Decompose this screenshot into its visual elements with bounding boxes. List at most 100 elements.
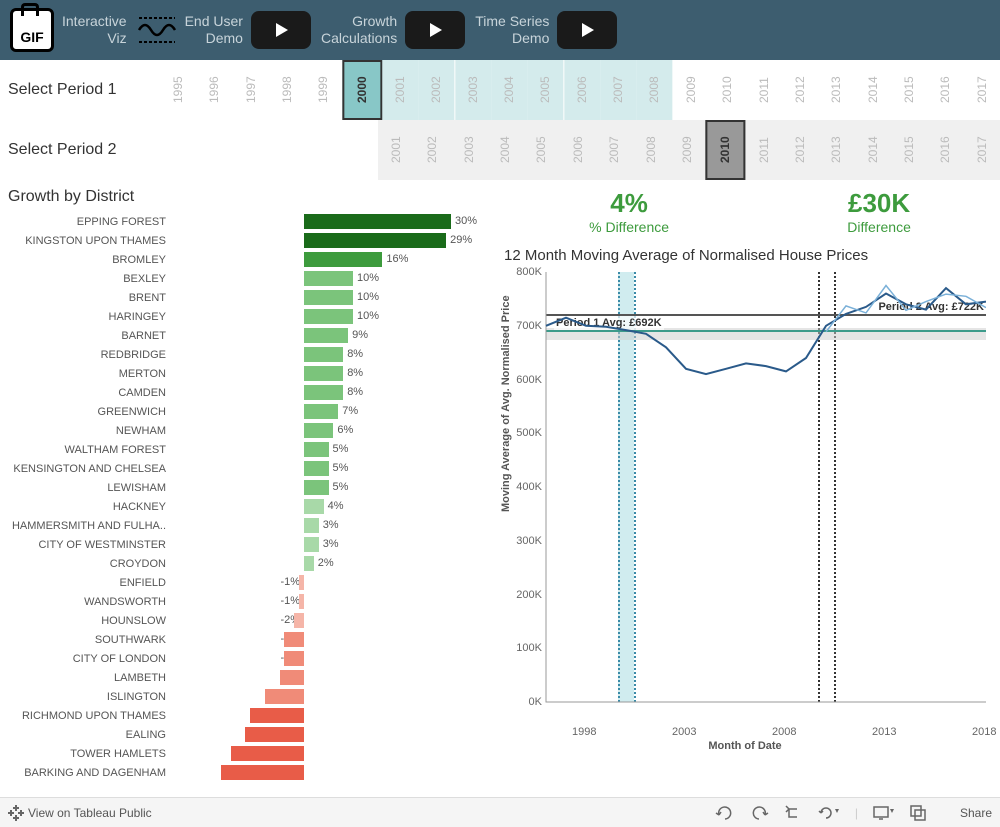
bar[interactable] [304,366,343,381]
year-cell-2009[interactable]: 2009 [669,120,705,180]
year-cell-2010[interactable]: 2010 [709,60,745,120]
year-cell-2015[interactable]: 2015 [891,120,927,180]
bar[interactable] [250,708,304,723]
year-cell-2005[interactable]: 2005 [523,120,559,180]
year-cell-2013[interactable]: 2013 [818,60,854,120]
fullscreen-icon[interactable] [910,805,926,821]
bar[interactable] [304,556,314,571]
view-on-tableau-button[interactable]: View on Tableau Public [8,805,152,821]
year-cell-2012[interactable]: 2012 [782,120,818,180]
bar[interactable] [294,613,304,628]
bar-value: 10% [357,310,379,322]
year-cell-2001[interactable]: 2001 [382,60,418,120]
bar[interactable] [299,575,304,590]
bar-row: BRENT10% [0,288,500,307]
period1-year-strip[interactable]: 1995199619971998199920002001200220032004… [160,60,1000,120]
bar-row: SOUTHWARK-4% [0,630,500,649]
bar-value: 6% [337,424,353,436]
bar[interactable] [280,670,305,685]
year-cell-2016[interactable]: 2016 [927,120,963,180]
year-cell-2015[interactable]: 2015 [891,60,927,120]
nav-growth-calculations[interactable]: GrowthCalculations [321,11,465,49]
bar[interactable] [265,689,304,704]
nav-interactive-viz[interactable]: GIF InteractiveViz [10,8,127,52]
bar[interactable] [304,214,451,229]
nav-end-user-demo[interactable]: End UserDemo [137,11,311,49]
year-cell-2006[interactable]: 2006 [560,120,596,180]
year-cell-2002[interactable]: 2002 [418,60,454,120]
year-cell-2005[interactable]: 2005 [527,60,563,120]
year-cell-2007[interactable]: 2007 [600,60,636,120]
year-cell-2003[interactable]: 2003 [451,120,487,180]
year-cell-2017[interactable]: 2017 [964,60,1000,120]
year-cell-2011[interactable]: 2011 [746,60,782,120]
bar[interactable] [304,328,348,343]
bar-value: 7% [342,405,358,417]
year-cell-1995[interactable]: 1995 [160,60,196,120]
year-cell-2002[interactable]: 2002 [414,120,450,180]
bar[interactable] [299,594,304,609]
year-cell-2014[interactable]: 2014 [855,120,891,180]
bar[interactable] [221,765,304,780]
bar[interactable] [304,385,343,400]
year-cell-2014[interactable]: 2014 [855,60,891,120]
year-cell-2004[interactable]: 2004 [491,60,527,120]
bar-area: 6% [172,423,500,438]
year-cell-2009[interactable]: 2009 [673,60,709,120]
year-cell-1997[interactable]: 1997 [233,60,269,120]
bar[interactable] [304,461,329,476]
nav-time-series-demo[interactable]: Time SeriesDemo [475,11,617,49]
bar[interactable] [304,518,319,533]
district-label: BRENT [0,292,172,304]
undo-icon[interactable] [715,805,735,821]
year-cell-2008[interactable]: 2008 [633,120,669,180]
bar[interactable] [245,727,304,742]
year-cell-2003[interactable]: 2003 [455,60,491,120]
bar-value: 3% [323,519,339,531]
year-cell-2008[interactable]: 2008 [636,60,672,120]
year-cell-2004[interactable]: 2004 [487,120,523,180]
bar-row: CITY OF LONDON-4% [0,649,500,668]
bar-area: -1% [172,594,500,609]
year-cell-2001[interactable]: 2001 [378,120,414,180]
bar[interactable] [231,746,305,761]
bar[interactable] [304,423,333,438]
bar[interactable] [304,271,353,286]
share-button[interactable]: Share [940,805,992,821]
bar[interactable] [284,651,304,666]
device-preview-icon[interactable] [872,805,896,821]
year-cell-2006[interactable]: 2006 [564,60,600,120]
year-cell-2017[interactable]: 2017 [964,120,1000,180]
bar-value: 16% [386,253,408,265]
year-cell-2000[interactable]: 2000 [342,60,382,120]
growth-bar-chart[interactable]: EPPING FOREST30%KINGSTON UPON THAMES29%B… [0,212,500,782]
year-cell-1998[interactable]: 1998 [269,60,305,120]
refresh-icon[interactable] [817,805,841,821]
bar[interactable] [304,537,319,552]
bar[interactable] [304,290,353,305]
year-cell-1999[interactable]: 1999 [305,60,341,120]
year-cell-1996[interactable]: 1996 [196,60,232,120]
year-cell-2013[interactable]: 2013 [818,120,854,180]
bar[interactable] [304,252,382,267]
bar[interactable] [304,347,343,362]
bar[interactable] [304,309,353,324]
bar[interactable] [304,233,446,248]
year-cell-2012[interactable]: 2012 [782,60,818,120]
revert-icon[interactable] [783,805,803,821]
bar[interactable] [304,499,324,514]
year-cell-2016[interactable]: 2016 [927,60,963,120]
bar[interactable] [304,442,329,457]
year-cell-2010[interactable]: 2010 [705,120,745,180]
period2-year-strip[interactable]: 2001200220032004200520062007200820092010… [378,120,1000,180]
bar[interactable] [304,404,338,419]
year-cell-2007[interactable]: 2007 [596,120,632,180]
bar-value: 8% [347,348,363,360]
bar[interactable] [304,480,329,495]
bar-value: 5% [333,462,349,474]
kpi-diff-sub: Difference [847,219,911,235]
bar[interactable] [284,632,304,647]
year-cell-2011[interactable]: 2011 [746,120,782,180]
line-chart[interactable]: 0K100K200K300K400K500K600K700K800K199820… [500,272,990,752]
redo-icon[interactable] [749,805,769,821]
